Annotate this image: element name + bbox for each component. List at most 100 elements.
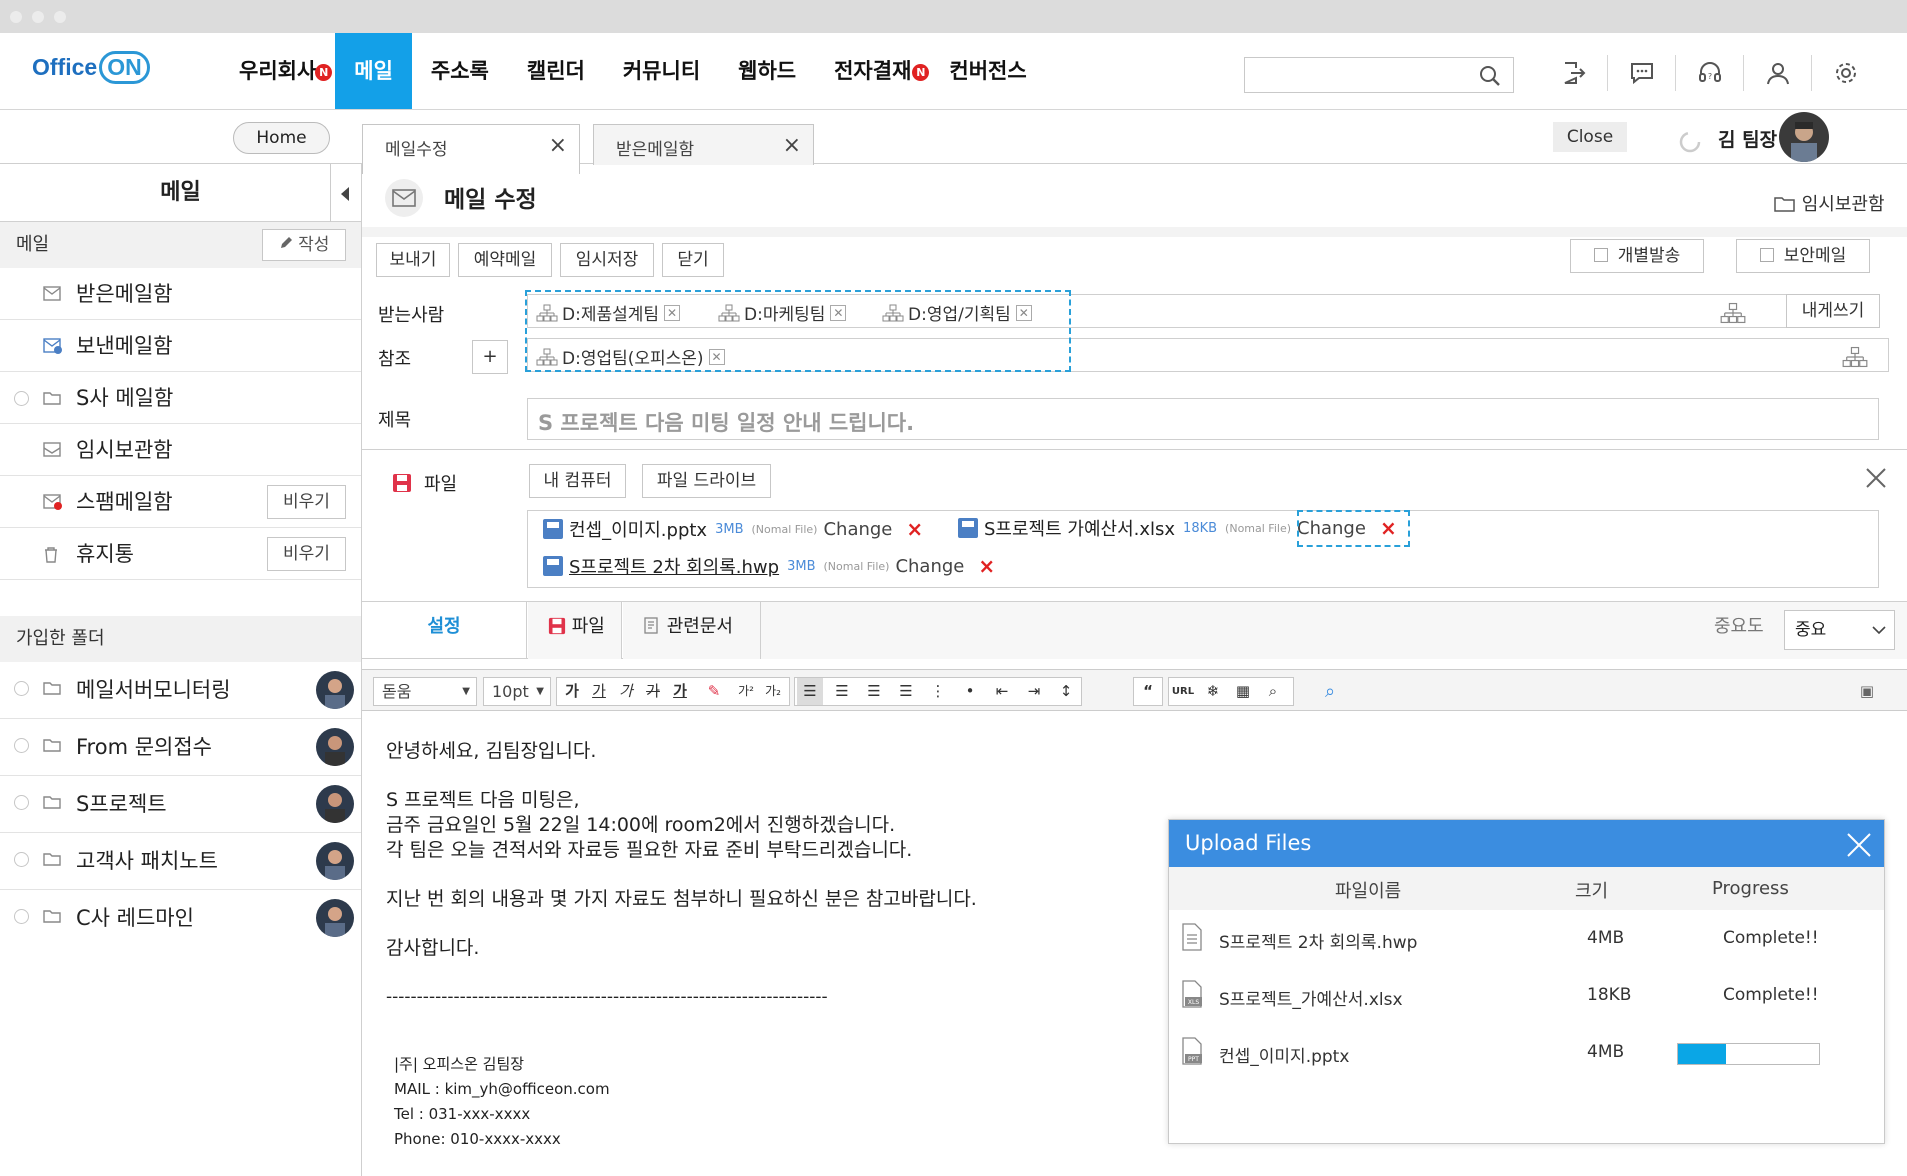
numbered-list-icon[interactable]: ⋮	[925, 678, 951, 705]
menu-address-book[interactable]: 주소록	[412, 33, 508, 109]
settings-gear-icon[interactable]	[1812, 55, 1880, 91]
justify-icon[interactable]: ☰	[893, 678, 919, 705]
temp-save-button[interactable]: 임시저장	[560, 243, 654, 277]
quote-icon[interactable]: “	[1135, 678, 1161, 705]
collapse-arrow-icon[interactable]	[341, 187, 349, 201]
menu-community[interactable]: 커뮤니티	[604, 33, 719, 109]
radio-button[interactable]	[14, 681, 29, 696]
sidebar-item-sent[interactable]: 보낸메일함	[0, 320, 361, 372]
line-height-icon[interactable]: ↕	[1053, 678, 1079, 705]
radio-button[interactable]	[14, 795, 29, 810]
user-profile-icon[interactable]	[1744, 55, 1812, 91]
sidebar-item-trash[interactable]: 휴지통 비우기	[0, 528, 361, 580]
sidebar-item-drafts[interactable]: 임시보관함	[0, 424, 361, 476]
temp-folder-link[interactable]: 임시보관함	[1774, 190, 1885, 216]
individual-send-checkbox[interactable]: 개별발송	[1570, 239, 1704, 273]
menu-webhard[interactable]: 웹하드	[719, 33, 815, 109]
subscript-icon[interactable]: 가₂	[760, 678, 786, 705]
menu-company[interactable]: 우리회사 N	[220, 33, 335, 109]
bullet-list-icon[interactable]: •	[957, 678, 983, 705]
add-cc-button[interactable]: +	[472, 340, 508, 374]
change-link[interactable]: Change	[895, 556, 964, 577]
tab-close-icon[interactable]: ×	[549, 135, 567, 157]
sidebar-item-spam[interactable]: 스팸메일함 비우기	[0, 476, 361, 528]
change-link[interactable]: Change	[823, 519, 892, 540]
menu-convergence[interactable]: 컨버전스	[930, 33, 1045, 109]
highlight-icon[interactable]: ✎	[701, 678, 727, 705]
send-to-self-button[interactable]: 내게쓰기	[1786, 294, 1880, 328]
window-maximize-dot[interactable]	[54, 11, 66, 23]
joined-folder-item[interactable]: 고객사 패치노트	[0, 833, 361, 890]
secure-mail-checkbox[interactable]: 보안메일	[1736, 239, 1870, 273]
underline-icon[interactable]: 가	[586, 678, 612, 705]
align-left-icon[interactable]: ☰	[797, 678, 823, 705]
menu-mail[interactable]: 메일	[335, 33, 412, 109]
tab-settings[interactable]: 설정	[362, 602, 527, 659]
preview-search-icon[interactable]: ⌕	[1317, 678, 1343, 705]
my-computer-button[interactable]: 내 컴퓨터	[529, 464, 626, 498]
close-icon[interactable]	[1864, 466, 1888, 490]
org-chart-picker-icon[interactable]	[1720, 302, 1746, 324]
chat-icon[interactable]	[1608, 55, 1676, 91]
joined-folder-item[interactable]: From 문의접수	[0, 719, 361, 776]
tab-inbox[interactable]: 받은메일함 ×	[593, 124, 814, 165]
superscript-icon[interactable]: 가²	[733, 678, 759, 705]
window-minimize-dot[interactable]	[32, 11, 44, 23]
close-icon[interactable]	[1846, 832, 1872, 858]
align-center-icon[interactable]: ☰	[829, 678, 855, 705]
close-button[interactable]: Close	[1553, 122, 1627, 152]
font-select[interactable]: 돋움 ▼	[373, 677, 477, 706]
support-headset-icon[interactable]: ?	[1676, 55, 1744, 91]
italic-icon[interactable]: 가	[613, 678, 639, 705]
tab-related-docs[interactable]: 관련문서	[623, 602, 761, 659]
send-button[interactable]: 보내기	[376, 243, 450, 277]
link-url-icon[interactable]: URL	[1170, 678, 1196, 705]
radio-button[interactable]	[14, 391, 29, 406]
find-icon[interactable]: ⌕	[1260, 678, 1286, 705]
home-button[interactable]: Home	[233, 122, 330, 154]
strikethrough-icon[interactable]: 가	[640, 678, 666, 705]
radio-button[interactable]	[14, 909, 29, 924]
menu-approval[interactable]: 전자결재 N	[815, 33, 930, 109]
joined-folder-item[interactable]: S프로젝트	[0, 776, 361, 833]
importance-select[interactable]: 중요	[1784, 610, 1895, 650]
reserve-mail-button[interactable]: 예약메일	[458, 243, 552, 277]
delete-attachment-icon[interactable]: ×	[906, 517, 923, 541]
font-size-select[interactable]: 10pt ▼	[483, 677, 551, 706]
radio-button[interactable]	[14, 738, 29, 753]
attachment-item[interactable]: S프로젝트 2차 회의록.hwp 3MB (Nomal File) Change ×	[543, 553, 995, 579]
tab-file[interactable]: 파일	[528, 602, 622, 659]
subject-input[interactable]: S 프로젝트 다음 미팅 일정 안내 드립니다.	[527, 398, 1879, 440]
close-compose-button[interactable]: 닫기	[662, 243, 724, 277]
mail-body[interactable]: 안녕하세요, 김팀장입니다. S 프로젝트 다음 미팅은, 금주 금요일인 5월…	[386, 739, 1286, 1010]
logout-icon[interactable]	[1540, 55, 1608, 91]
checkbox[interactable]	[1593, 248, 1608, 262]
officeon-logo[interactable]: Office ON	[32, 51, 150, 84]
compose-button[interactable]: 작성	[262, 229, 346, 261]
empty-trash-button[interactable]: 비우기	[267, 537, 346, 571]
radio-button[interactable]	[14, 852, 29, 867]
sidebar-item-s-company[interactable]: S사 메일함	[0, 372, 361, 424]
search-icon[interactable]	[1479, 65, 1501, 87]
menu-calendar[interactable]: 캘린더	[508, 33, 604, 109]
indent-icon[interactable]: ⇥	[1021, 678, 1047, 705]
align-right-icon[interactable]: ☰	[861, 678, 887, 705]
user-avatar[interactable]	[1779, 112, 1829, 162]
bold-icon[interactable]: 가	[559, 678, 585, 705]
empty-spam-button[interactable]: 비우기	[267, 485, 346, 519]
file-drive-button[interactable]: 파일 드라이브	[642, 464, 771, 498]
delete-attachment-icon[interactable]: ×	[978, 554, 995, 578]
checkbox[interactable]	[1759, 248, 1774, 262]
joined-folder-item[interactable]: C사 레드마인	[0, 890, 361, 947]
table-icon[interactable]: ▦	[1230, 678, 1256, 705]
tab-close-icon[interactable]: ×	[783, 135, 801, 157]
outdent-icon[interactable]: ⇤	[989, 678, 1015, 705]
org-chart-picker-icon[interactable]	[1842, 346, 1868, 368]
special-char-icon[interactable]: ❄	[1200, 678, 1226, 705]
font-color-icon[interactable]: 가	[667, 678, 693, 705]
search-input[interactable]	[1244, 57, 1514, 93]
camera-icon[interactable]: ▣	[1854, 678, 1880, 705]
joined-folder-item[interactable]: 메일서버모니터링	[0, 662, 361, 719]
window-close-dot[interactable]	[10, 11, 22, 23]
sidebar-item-inbox[interactable]: 받은메일함	[0, 268, 361, 320]
